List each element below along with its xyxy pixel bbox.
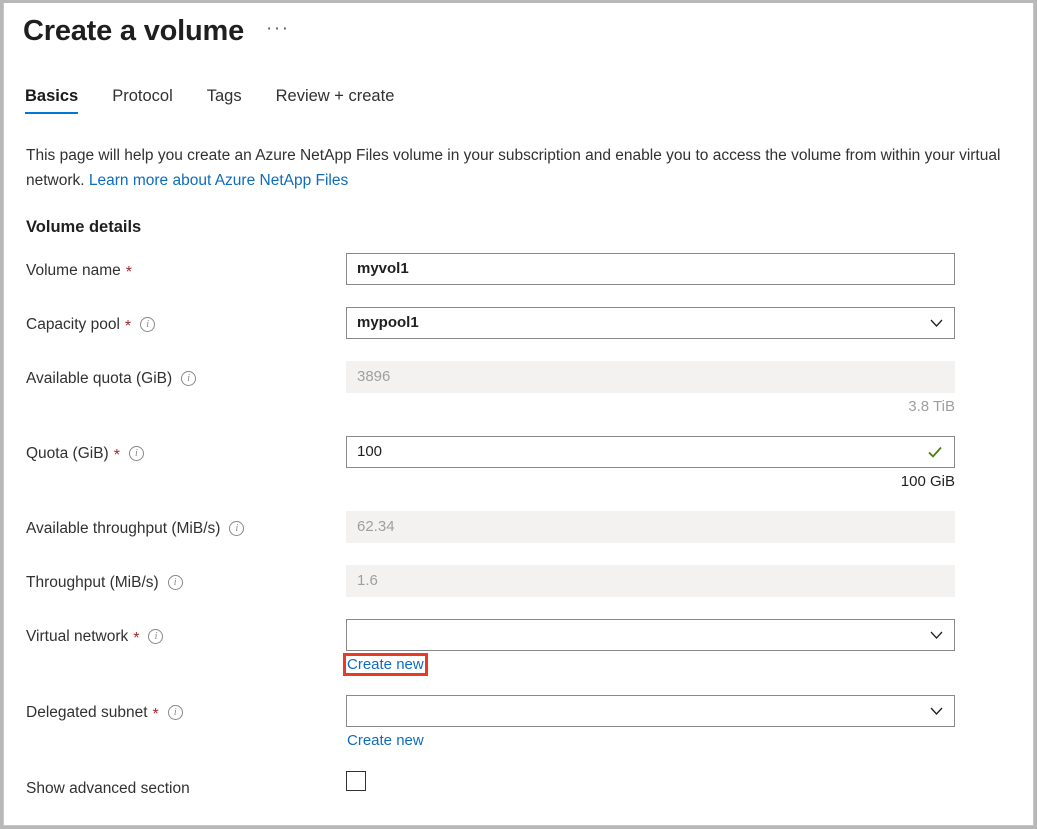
spacer (4, 750, 1033, 771)
label-available-throughput: Available throughput (MiB/s) i (4, 511, 346, 543)
required-asterisk: * (114, 448, 120, 464)
chevron-down-icon[interactable] (930, 705, 943, 718)
label-available-throughput-text: Available throughput (MiB/s) (26, 520, 220, 538)
label-volume-name: Volume name * (4, 253, 346, 285)
throughput-value: 1.6 (357, 566, 378, 596)
section-title-volume-details: Volume details (26, 218, 141, 237)
required-asterisk: * (133, 631, 139, 647)
label-available-quota: Available quota (GiB) i (4, 361, 346, 393)
info-icon[interactable]: i (168, 575, 183, 590)
tab-basics[interactable]: Basics (25, 87, 78, 114)
spacer (4, 285, 1033, 307)
volume-details-form: Volume name * myvol1 Capacity pool * i m… (4, 253, 1033, 803)
volume-name-value: myvol1 (357, 254, 409, 284)
row-available-throughput: Available throughput (MiB/s) i 62.34 (4, 511, 1033, 543)
available-throughput-input: 62.34 (346, 511, 955, 543)
title-row: Create a volume ··· (23, 11, 290, 51)
row-capacity-pool: Capacity pool * i mypool1 (4, 307, 1033, 339)
spacer (4, 339, 1033, 361)
page-title: Create a volume (23, 11, 244, 51)
info-icon[interactable]: i (148, 629, 163, 644)
label-show-advanced-text: Show advanced section (26, 780, 190, 798)
tab-tags[interactable]: Tags (207, 87, 242, 114)
label-available-quota-text: Available quota (GiB) (26, 370, 172, 388)
info-icon[interactable]: i (129, 446, 144, 461)
row-show-advanced: Show advanced section (4, 771, 1033, 803)
info-icon[interactable]: i (168, 705, 183, 720)
label-virtual-network-text: Virtual network (26, 628, 128, 646)
label-volume-name-text: Volume name (26, 262, 121, 280)
field-col-volume-name: myvol1 (346, 253, 955, 285)
delegated-subnet-dropdown[interactable] (346, 695, 955, 727)
quota-helper: 100 GiB (346, 468, 955, 490)
info-icon[interactable]: i (140, 317, 155, 332)
label-virtual-network: Virtual network * i (4, 619, 346, 651)
info-icon[interactable]: i (181, 371, 196, 386)
field-col-show-advanced (346, 771, 955, 791)
field-col-quota: 100 100 GiB (346, 436, 955, 490)
tab-protocol[interactable]: Protocol (112, 87, 173, 114)
volume-name-input[interactable]: myvol1 (346, 253, 955, 285)
spacer (4, 490, 1033, 511)
chevron-down-icon[interactable] (930, 629, 943, 642)
field-col-delegated-subnet: Create new (346, 695, 955, 750)
available-quota-input: 3896 (346, 361, 955, 393)
blade-content: Create a volume ··· Basics Protocol Tags… (4, 3, 1033, 825)
create-volume-blade: Create a volume ··· Basics Protocol Tags… (3, 3, 1034, 826)
delegated-subnet-create-new-link[interactable]: Create new (346, 732, 425, 749)
row-delegated-subnet: Delegated subnet * i Create new (4, 695, 1033, 750)
label-throughput-text: Throughput (MiB/s) (26, 574, 159, 592)
info-icon[interactable]: i (229, 521, 244, 536)
tab-review-create[interactable]: Review + create (276, 87, 395, 114)
label-capacity-pool: Capacity pool * i (4, 307, 346, 339)
capacity-pool-dropdown[interactable]: mypool1 (346, 307, 955, 339)
label-quota-text: Quota (GiB) (26, 445, 109, 463)
label-show-advanced: Show advanced section (4, 771, 346, 803)
valid-check-icon (927, 444, 943, 460)
tab-bar: Basics Protocol Tags Review + create (25, 87, 428, 114)
available-quota-value: 3896 (357, 362, 390, 392)
spacer (4, 543, 1033, 565)
required-asterisk: * (125, 319, 131, 335)
field-col-capacity-pool: mypool1 (346, 307, 955, 339)
row-volume-name: Volume name * myvol1 (4, 253, 1033, 285)
spacer (4, 415, 1033, 436)
label-throughput: Throughput (MiB/s) i (4, 565, 346, 597)
available-quota-helper: 3.8 TiB (346, 393, 955, 415)
label-capacity-pool-text: Capacity pool (26, 316, 120, 334)
learn-more-link[interactable]: Learn more about Azure NetApp Files (89, 172, 348, 189)
row-available-quota: Available quota (GiB) i 3896 3.8 TiB (4, 361, 1033, 415)
spacer (4, 597, 1033, 619)
spacer (4, 674, 1033, 695)
row-virtual-network: Virtual network * i Create new (4, 619, 1033, 674)
field-col-virtual-network: Create new (346, 619, 955, 674)
row-throughput: Throughput (MiB/s) i 1.6 (4, 565, 1033, 597)
more-options-icon[interactable]: ··· (266, 19, 289, 39)
label-quota: Quota (GiB) * i (4, 436, 346, 468)
quota-input[interactable]: 100 (346, 436, 955, 468)
page-description: This page will help you create an Azure … (26, 143, 1001, 193)
capacity-pool-value: mypool1 (357, 308, 419, 338)
field-col-available-quota: 3896 3.8 TiB (346, 361, 955, 415)
chevron-down-icon[interactable] (930, 317, 943, 330)
label-delegated-subnet: Delegated subnet * i (4, 695, 346, 727)
field-col-throughput: 1.6 (346, 565, 955, 597)
required-asterisk: * (126, 265, 132, 281)
field-col-available-throughput: 62.34 (346, 511, 955, 543)
label-delegated-subnet-text: Delegated subnet (26, 704, 148, 722)
quota-value: 100 (357, 437, 382, 467)
available-throughput-value: 62.34 (357, 512, 395, 542)
row-quota: Quota (GiB) * i 100 100 GiB (4, 436, 1033, 490)
virtual-network-dropdown[interactable] (346, 619, 955, 651)
throughput-input: 1.6 (346, 565, 955, 597)
required-asterisk: * (153, 707, 159, 723)
virtual-network-create-new-link[interactable]: Create new (346, 656, 425, 673)
show-advanced-checkbox[interactable] (346, 771, 366, 791)
